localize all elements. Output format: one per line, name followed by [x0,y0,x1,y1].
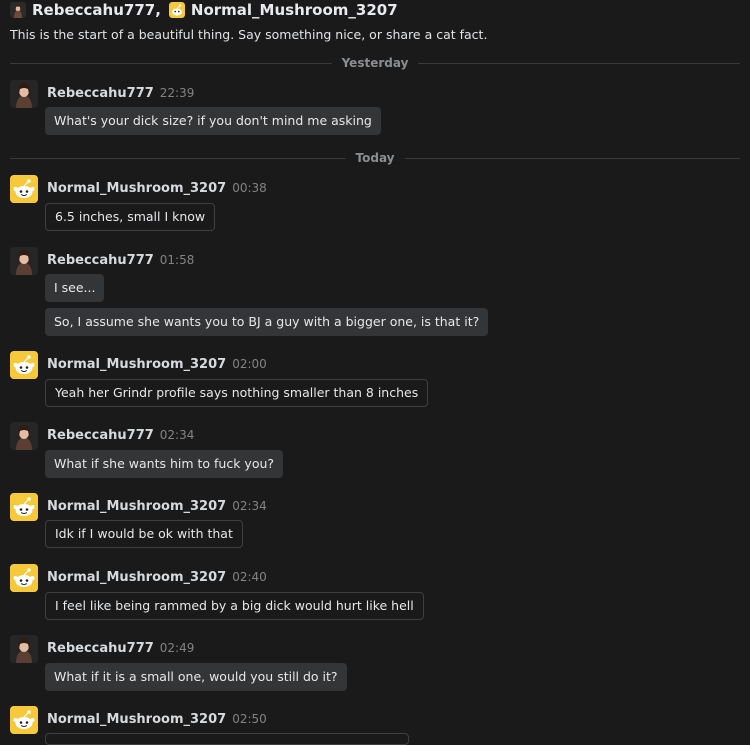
message-author[interactable]: Rebeccahu777 [47,86,154,101]
message-timestamp: 22:39 [159,86,195,100]
snoo-avatar-icon[interactable] [10,493,38,521]
message-author[interactable]: Rebeccahu777 [47,641,154,656]
message-author[interactable]: Normal_Mushroom_3207 [47,181,226,196]
message-bubble[interactable]: What if she wants him to fuck you? [45,450,284,478]
message-timestamp: 02:49 [159,641,195,655]
chat-header: Rebeccahu777, Normal_Mushroom_3207 [10,0,740,20]
message-timestamp: 00:38 [232,181,267,195]
user-avatar-icon[interactable] [10,635,38,663]
message-author[interactable]: Normal_Mushroom_3207 [47,570,226,585]
message-author[interactable]: Normal_Mushroom_3207 [47,357,226,372]
message-bubble[interactable]: I see... [45,274,105,302]
user-avatar-icon[interactable] [10,247,38,275]
user-avatar-icon [10,2,26,18]
snoo-avatar-icon[interactable] [10,175,38,203]
date-divider-today: Today [10,151,741,165]
message-author[interactable]: Normal_Mushroom_3207 [47,712,226,727]
message-author[interactable]: Rebeccahu777 [47,428,154,443]
message-timestamp: 02:00 [232,357,267,371]
message-bubble[interactable]: What if it is a small one, would you sti… [45,663,347,691]
message-bubble-partial[interactable] [45,733,409,745]
user-avatar-icon[interactable] [10,80,38,108]
message-author[interactable]: Normal_Mushroom_3207 [47,499,226,514]
date-divider-label: Yesterday [341,56,409,70]
message-bubble[interactable]: Idk if I would be ok with that [45,520,243,548]
message-bubble[interactable]: 6.5 inches, small I know [45,203,216,231]
snoo-avatar-icon[interactable] [10,706,38,734]
message-author[interactable]: Rebeccahu777 [47,253,154,268]
message-bubble[interactable]: What's your dick size? if you don't mind… [45,107,381,135]
chat-title: Rebeccahu777, Normal_Mushroom_3207 [10,0,740,20]
message-bubble[interactable]: So, I assume she wants you to BJ a guy w… [45,308,489,336]
user-avatar-icon[interactable] [10,422,38,450]
message-bubble[interactable]: Yeah her Grindr profile says nothing sma… [45,379,429,407]
snoo-avatar-icon [168,2,185,18]
message-timestamp: 02:50 [232,712,267,726]
date-divider-yesterday: Yesterday [10,56,740,70]
chat-title-user1[interactable]: Rebeccahu777, [32,1,161,19]
date-divider-label: Today [355,151,395,165]
message-timestamp: 02:40 [232,570,267,584]
message-bubble[interactable]: I feel like being rammed by a big dick w… [45,592,424,620]
message-timestamp: 02:34 [159,428,195,442]
chat-title-user2[interactable]: Normal_Mushroom_3207 [191,1,398,19]
snoo-avatar-icon[interactable] [10,564,38,592]
message-timestamp: 01:58 [159,253,195,267]
chat-intro-text: This is the start of a beautiful thing. … [10,27,488,42]
message-timestamp: 02:34 [232,499,267,513]
snoo-avatar-icon[interactable] [10,351,38,379]
